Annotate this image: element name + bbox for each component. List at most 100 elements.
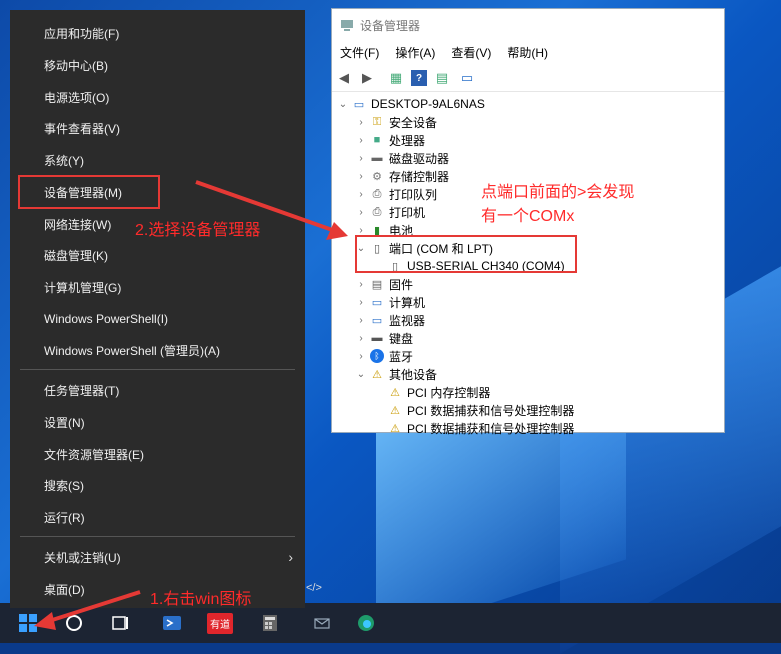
tree-node-label: 计算机 [389, 295, 426, 310]
menu-item-system[interactable]: 系统(Y) [10, 145, 305, 175]
tree-node-label: 固件 [389, 277, 414, 292]
menu-item-label: Windows PowerShell (管理员)(A) [44, 343, 221, 358]
tree-node-label: 存储控制器 [389, 169, 450, 184]
tree-node-print-queues[interactable]: › ⎙ 打印队列 [354, 185, 437, 203]
start-button[interactable] [6, 603, 50, 643]
unknown-device-icon: ⚠ [372, 368, 382, 381]
disk-drive-icon: ▬ [371, 152, 383, 164]
calculator-taskbar-button[interactable] [248, 603, 292, 643]
chevron-right-icon[interactable]: › [354, 207, 368, 218]
menu-item-label: 移动中心(B) [44, 58, 108, 73]
chevron-right-icon[interactable]: › [354, 153, 368, 164]
chevron-right-icon[interactable]: › [354, 315, 368, 326]
keyboard-icon: ▬ [371, 332, 383, 344]
powershell-taskbar-button[interactable] [150, 603, 194, 643]
printer-icon: ⎙ [372, 205, 382, 218]
menu-item-label: 网络连接(W) [44, 217, 112, 232]
menu-item-label: 文件资源管理器(E) [44, 447, 144, 462]
tree-node-other-devices[interactable]: ⌄ ⚠ 其他设备 [354, 365, 437, 383]
tree-node-printers[interactable]: › ⎙ 打印机 [354, 203, 425, 221]
window-title-bar: 设备管理器 [332, 9, 724, 41]
tree-node-security-devices[interactable]: › ⚿ 安全设备 [354, 113, 437, 131]
code-snippet-hint: </> [306, 582, 322, 594]
youdao-taskbar-button[interactable]: 有道 [198, 603, 242, 643]
tree-node-firmware[interactable]: › ▤ 固件 [354, 275, 413, 293]
tree-node-computer[interactable]: › ▭ 计算机 [354, 293, 425, 311]
menu-item-mobility-center[interactable]: 移动中心(B) [10, 50, 305, 80]
tree-node-processors[interactable]: › ■ 处理器 [354, 131, 425, 149]
menu-item-powershell[interactable]: Windows PowerShell(I) [10, 304, 305, 334]
chevron-down-icon[interactable]: ⌄ [336, 99, 350, 110]
monitor-scan-icon[interactable]: ▭ [459, 70, 475, 86]
edge-taskbar-button[interactable] [344, 603, 388, 643]
menu-item-run[interactable]: 运行(R) [10, 502, 305, 532]
tree-node-keyboards[interactable]: › ▬ 键盘 [354, 329, 413, 347]
properties-grid-icon[interactable]: ▦ [388, 70, 404, 86]
tree-node-label: PCI 数据捕获和信号处理控制器 [407, 403, 575, 418]
help-icon[interactable]: ? [411, 70, 427, 86]
menu-file[interactable]: 文件(F) [332, 43, 387, 63]
chevron-right-icon[interactable]: › [354, 333, 368, 344]
menu-item-settings[interactable]: 设置(N) [10, 407, 305, 437]
toolbar: ◀ ▶ ▦ ? ▤ ▭ [332, 65, 724, 92]
menu-item-label: 关机或注销(U) [44, 550, 121, 565]
search-taskbar-button[interactable] [52, 603, 96, 643]
chevron-right-icon[interactable]: › [354, 297, 368, 308]
menu-item-powershell-admin[interactable]: Windows PowerShell (管理员)(A) [10, 335, 305, 365]
tree-node-pci-data-acq-2[interactable]: ⚠ PCI 数据捕获和信号处理控制器 [372, 419, 574, 437]
tree-node-bluetooth[interactable]: › ᛒ 蓝牙 [354, 347, 413, 365]
mail-icon [314, 618, 330, 629]
menu-item-search[interactable]: 搜索(S) [10, 470, 305, 500]
chevron-right-icon[interactable]: › [354, 171, 368, 182]
tree-node-label: PCI 数据捕获和信号处理控制器 [407, 421, 575, 436]
mail-taskbar-button[interactable] [300, 603, 344, 643]
bluetooth-icon: ᛒ [370, 349, 384, 363]
resources-view-icon[interactable]: ▤ [434, 70, 450, 86]
menu-item-label: 设置(N) [44, 415, 85, 430]
tree-node-label: 键盘 [389, 331, 414, 346]
annotation-step2: 2.选择设备管理器 [135, 222, 261, 239]
menu-item-task-manager[interactable]: 任务管理器(T) [10, 375, 305, 405]
tree-node-monitors[interactable]: › ▭ 监视器 [354, 311, 425, 329]
edge-browser-icon [358, 615, 374, 631]
menu-item-label: 系统(Y) [44, 153, 84, 168]
menu-item-label: 搜索(S) [44, 478, 84, 493]
tree-node-label: PCI 内存控制器 [407, 385, 491, 400]
menu-help[interactable]: 帮助(H) [499, 43, 556, 63]
tree-node-label: 其他设备 [389, 367, 438, 382]
menu-item-shutdown-signout[interactable]: 关机或注销(U) › [10, 542, 305, 572]
tree-node-pci-data-acq-1[interactable]: ⚠ PCI 数据捕获和信号处理控制器 [372, 401, 574, 419]
chevron-down-icon[interactable]: ⌄ [354, 369, 368, 380]
menu-view[interactable]: 查看(V) [443, 43, 499, 63]
storage-controller-icon: ⚙ [372, 170, 382, 183]
chevron-right-icon[interactable]: › [354, 189, 368, 200]
tree-node-disk-drives[interactable]: › ▬ 磁盘驱动器 [354, 149, 449, 167]
tree-node-storage-controllers[interactable]: › ⚙ 存储控制器 [354, 167, 449, 185]
chevron-right-icon[interactable]: › [354, 279, 368, 290]
menu-item-disk-management[interactable]: 磁盘管理(K) [10, 240, 305, 270]
forward-arrow-icon[interactable]: ▶ [359, 70, 375, 86]
chevron-right-icon[interactable]: › [354, 351, 368, 362]
task-view-button[interactable] [98, 603, 142, 643]
menu-item-label: 应用和功能(F) [44, 26, 120, 41]
tree-node-label: 处理器 [389, 133, 426, 148]
back-arrow-icon[interactable]: ◀ [336, 70, 352, 86]
menu-item-label: 电源选项(O) [44, 90, 110, 105]
menu-bar: 文件(F) 操作(A) 查看(V) 帮助(H) [332, 43, 556, 63]
chevron-right-icon[interactable]: › [354, 225, 368, 236]
chevron-right-icon[interactable]: › [354, 135, 368, 146]
tree-root[interactable]: ⌄ ▭ DESKTOP-9AL6NAS [336, 95, 485, 113]
menu-item-file-explorer[interactable]: 文件资源管理器(E) [10, 439, 305, 469]
tree-node-label: 监视器 [389, 313, 426, 328]
menu-item-power-options[interactable]: 电源选项(O) [10, 82, 305, 112]
tree-node-pci-memory[interactable]: ⚠ PCI 内存控制器 [372, 383, 490, 401]
menu-item-apps-features[interactable]: 应用和功能(F) [10, 18, 305, 48]
menu-divider [20, 536, 295, 537]
chevron-right-icon[interactable]: › [354, 117, 368, 128]
menu-item-event-viewer[interactable]: 事件查看器(V) [10, 113, 305, 143]
menu-item-label: 桌面(D) [44, 582, 85, 597]
menu-action[interactable]: 操作(A) [387, 43, 443, 63]
menu-item-computer-management[interactable]: 计算机管理(G) [10, 272, 305, 302]
menu-item-label: 运行(R) [44, 510, 85, 525]
menu-divider [20, 369, 295, 370]
